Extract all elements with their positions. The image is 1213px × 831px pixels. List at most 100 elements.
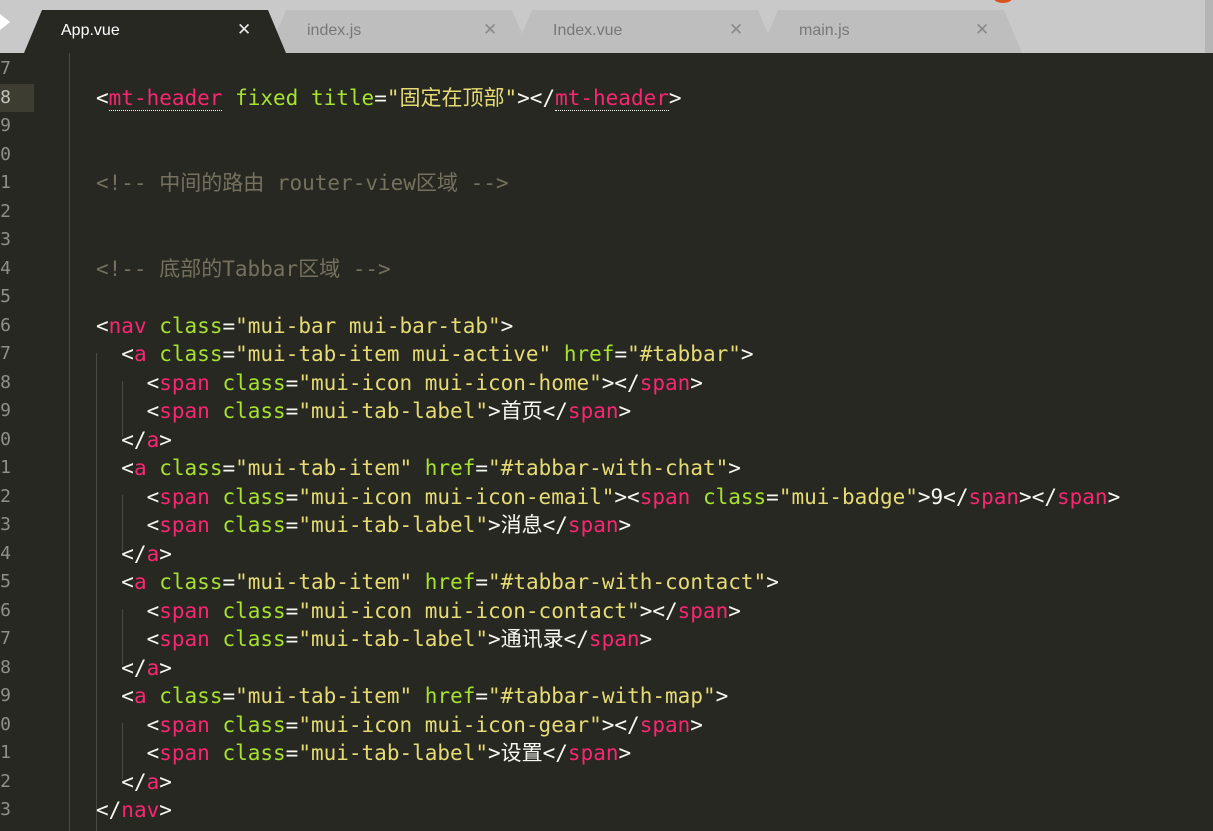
code-token: "mui-tab-label"	[298, 627, 488, 651]
code-token: ><	[614, 484, 640, 509]
code-token: >	[618, 513, 632, 537]
code-token: >首页</	[487, 399, 568, 423]
tab-app-vue[interactable]: App.vue ✕	[24, 10, 286, 53]
close-icon[interactable]: ✕	[729, 20, 743, 40]
code-token: </	[96, 427, 147, 452]
code-token: <	[96, 598, 160, 623]
code-token: =	[285, 627, 299, 651]
tab-label: Index.vue	[553, 22, 623, 39]
code-line: <a class="mui-tab-item" href="#tabbar-wi…	[96, 568, 779, 596]
code-token: "mui-tab-label"	[298, 399, 488, 423]
line-number: 3	[0, 514, 11, 535]
tab-index-vue[interactable]: Index.vue ✕	[514, 10, 776, 53]
code-line: <mt-header fixed title="固定在顶部"></mt-head…	[96, 84, 682, 112]
code-token: class	[222, 712, 286, 737]
code-area[interactable]: <mt-header fixed title="固定在顶部"></mt-head…	[44, 53, 1213, 831]
line-number: 2	[0, 770, 11, 792]
scroll-left-icon[interactable]	[0, 14, 10, 30]
code-token: class	[702, 484, 767, 509]
code-token: "#tabbar-with-map"	[488, 684, 716, 708]
line-number: 6	[0, 314, 11, 336]
line-number: 5	[0, 571, 11, 592]
code-token: span	[639, 370, 691, 395]
code-token: <	[96, 484, 160, 509]
code-token: href	[424, 570, 476, 594]
code-token: "mui-tab-item"	[235, 456, 413, 480]
code-token: >	[740, 342, 754, 366]
code-token: <	[96, 741, 160, 765]
code-token: =	[475, 570, 489, 594]
line-number: 9	[0, 115, 11, 136]
code-token: <	[96, 712, 160, 737]
code-token: <	[96, 399, 160, 423]
code-token: ></	[517, 85, 556, 110]
code-token: nav	[108, 313, 147, 338]
code-token: class	[222, 741, 286, 765]
code-line: <span class="mui-tab-label">通讯录</span>	[96, 625, 653, 653]
code-token: href	[563, 342, 615, 366]
code-line: <a class="mui-tab-item" href="#tabbar-wi…	[96, 682, 728, 710]
code-token: href	[424, 684, 476, 708]
code-line: <nav class="mui-bar mui-bar-tab">	[96, 312, 513, 340]
line-number: 5	[0, 286, 11, 307]
code-token: "mui-icon mui-icon-gear"	[298, 712, 602, 737]
line-number: 8	[0, 86, 11, 108]
line-number: 8	[0, 656, 11, 678]
code-token: span	[567, 741, 619, 765]
code-token: span	[159, 484, 210, 509]
code-token: span	[639, 484, 691, 509]
code-token: =	[222, 570, 236, 594]
code-token: >	[766, 570, 779, 594]
code-line: </nav>	[96, 796, 172, 824]
code-token: </	[96, 655, 147, 680]
line-number: 9	[0, 400, 11, 421]
code-token: class	[159, 313, 223, 338]
code-token: >	[668, 85, 682, 110]
tab-bar: main.js ✕ Index.vue ✕ index.js ✕ App.vue…	[0, 0, 1213, 53]
code-token: "#tabbar-with-chat"	[488, 456, 729, 480]
code-token: "mui-badge"	[778, 484, 918, 509]
line-number: 4	[0, 542, 11, 564]
close-icon[interactable]: ✕	[237, 20, 251, 40]
code-line: </a>	[96, 426, 172, 454]
code-token: >	[159, 427, 172, 452]
code-token: a	[146, 769, 160, 794]
scroll-marker	[1205, 0, 1213, 53]
code-token: ></	[601, 370, 640, 395]
code-token: "mui-tab-item"	[235, 570, 413, 594]
code-token: a	[133, 456, 147, 480]
code-token: span	[639, 712, 691, 737]
code-token: >通讯录</	[487, 627, 589, 651]
code-token: class	[159, 456, 223, 480]
code-token: class	[159, 684, 223, 708]
code-token: >	[159, 655, 172, 680]
tab-index-js[interactable]: index.js ✕	[268, 10, 530, 53]
code-token: =	[285, 598, 299, 623]
line-number: 9	[0, 685, 11, 706]
code-token: span	[1056, 484, 1108, 509]
code-token: >	[159, 769, 172, 794]
code-token: fixed	[235, 85, 299, 110]
line-number: 7	[0, 58, 11, 79]
code-token: >	[690, 712, 703, 737]
close-icon[interactable]: ✕	[975, 20, 989, 40]
code-token: >	[500, 313, 514, 338]
code-token: class	[159, 342, 223, 366]
tab-main-js[interactable]: main.js ✕	[760, 10, 1022, 53]
tab-label: index.js	[307, 22, 362, 39]
code-token: span	[159, 513, 210, 537]
code-token: class	[159, 570, 223, 594]
code-editor[interactable]: 789012345678901234567890123 <mt-header f…	[0, 53, 1213, 831]
code-line: </a>	[96, 768, 172, 796]
code-token: =	[285, 712, 299, 737]
code-token: >9</	[917, 484, 969, 509]
close-icon[interactable]: ✕	[483, 20, 497, 40]
